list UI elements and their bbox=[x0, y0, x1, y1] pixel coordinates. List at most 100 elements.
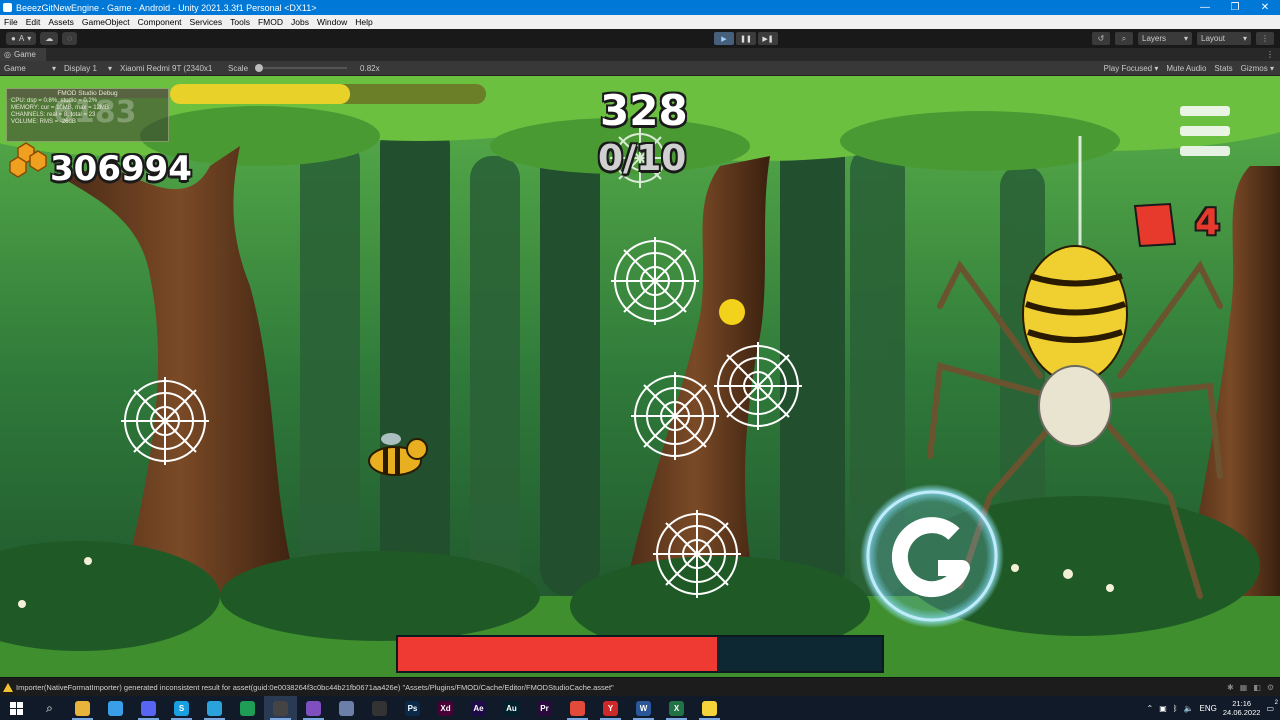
console-status-bar[interactable]: Importer(NativeFormatImporter) generated… bbox=[0, 677, 1280, 696]
cloud-icon: ☁ bbox=[45, 34, 54, 43]
cloud-button[interactable]: ☁ bbox=[40, 32, 59, 45]
game-tab-bar: ◎ Game ⋮ bbox=[0, 48, 1280, 61]
taskbar-apps: S Ps Xd Ae Au Pr Y W X bbox=[66, 696, 726, 720]
after-effects-icon: Ae bbox=[471, 700, 486, 716]
tab-menu-icon[interactable]: ⋮ bbox=[1266, 50, 1280, 59]
step-button[interactable]: ▶❚ bbox=[758, 32, 778, 45]
taskbar-app-after-effects[interactable]: Ae bbox=[462, 696, 495, 720]
main-toolbar: ● A ▾ ☁ ◌ ▶ ❚❚ ▶❚ ↺ ⌕ Layers ▾ Layout ▾ ⋮ bbox=[0, 29, 1280, 48]
menu-item-jobs[interactable]: Jobs bbox=[287, 17, 313, 27]
pollen-pickup bbox=[719, 299, 745, 325]
menu-item-assets[interactable]: Assets bbox=[44, 17, 78, 27]
history-button[interactable]: ↺ bbox=[1092, 32, 1110, 45]
device-dropdown[interactable]: Xiaomi Redmi 9T (2340x1 bbox=[116, 64, 224, 73]
taskbar-app-sheets[interactable] bbox=[231, 696, 264, 720]
word-icon: W bbox=[636, 700, 651, 716]
search-icon: ⌕ bbox=[46, 700, 53, 715]
mode-dropdown[interactable]: Game ▾ bbox=[0, 64, 60, 73]
taskbar-app-github[interactable] bbox=[363, 696, 396, 720]
bug-icon[interactable]: ✱ bbox=[1227, 683, 1234, 692]
pause-icon: ❚❚ bbox=[740, 35, 752, 43]
search-button[interactable]: ⌕ bbox=[33, 696, 66, 720]
taskbar-app-audition[interactable]: Au bbox=[495, 696, 528, 720]
action-g-button[interactable] bbox=[860, 484, 1004, 628]
menu-item-help[interactable]: Help bbox=[351, 17, 376, 27]
spider-web bbox=[631, 372, 719, 460]
game-icon: ◎ bbox=[4, 50, 11, 59]
layers-dropdown[interactable]: Layers ▾ bbox=[1138, 32, 1192, 45]
taskbar-app-skype[interactable]: S bbox=[165, 696, 198, 720]
visual-studio-icon bbox=[306, 700, 321, 716]
menu-bar: File Edit Assets GameObject Component Service… bbox=[0, 15, 1280, 29]
display-dropdown[interactable]: Display 1 ▾ bbox=[60, 64, 116, 73]
menu-item-services[interactable]: Services bbox=[186, 17, 227, 27]
bluetooth-icon[interactable]: ᛒ bbox=[1173, 704, 1178, 713]
grid-icon[interactable]: ▦ bbox=[1240, 683, 1248, 692]
start-button[interactable] bbox=[0, 696, 33, 720]
collab-button[interactable]: ◌ bbox=[62, 32, 77, 45]
close-button[interactable]: ✕ bbox=[1250, 0, 1280, 15]
stats-toggle[interactable]: Stats bbox=[1214, 64, 1232, 73]
file-explorer-icon bbox=[75, 700, 90, 716]
clock[interactable]: 21:16 24.06.2022 bbox=[1223, 699, 1261, 717]
taskbar-app-adobe-xd[interactable]: Xd bbox=[429, 696, 462, 720]
layout-dropdown[interactable]: Layout ▾ bbox=[1197, 32, 1251, 45]
language-indicator[interactable]: ENG bbox=[1200, 704, 1217, 713]
menu-item-component[interactable]: Component bbox=[134, 17, 186, 27]
taskbar-app-vmware[interactable] bbox=[330, 696, 363, 720]
menu-item-gameobject[interactable]: GameObject bbox=[78, 17, 134, 27]
taskbar-app-yandex-browser[interactable]: Y bbox=[594, 696, 627, 720]
taskbar-app-unity[interactable] bbox=[264, 696, 297, 720]
taskbar-app-photoshop[interactable]: Ps bbox=[396, 696, 429, 720]
taskbar-app-visual-studio[interactable] bbox=[297, 696, 330, 720]
notification-icon[interactable]: ▭ 2 bbox=[1266, 700, 1278, 713]
play-focused-dropdown[interactable]: Play Focused ▾ bbox=[1104, 64, 1159, 73]
search-button[interactable]: ⌕ bbox=[1115, 32, 1133, 45]
maximize-button[interactable]: ❐ bbox=[1220, 0, 1250, 15]
pause-button[interactable]: ❚❚ bbox=[736, 32, 756, 45]
title-bar: BeeezGitNewEngine - Game - Android - Uni… bbox=[0, 0, 1280, 15]
taskbar-app-chrome[interactable] bbox=[561, 696, 594, 720]
tab-game[interactable]: ◎ Game bbox=[0, 48, 46, 61]
chevron-up-icon[interactable]: ⌃ bbox=[1147, 704, 1154, 713]
sticky-notes-icon bbox=[702, 700, 717, 716]
account-dropdown[interactable]: ● A ▾ bbox=[6, 32, 37, 45]
mute-audio-toggle[interactable]: Mute Audio bbox=[1166, 64, 1206, 73]
premiere-icon: Pr bbox=[537, 700, 552, 716]
taskbar-app-sticky-notes[interactable] bbox=[693, 696, 726, 720]
volume-icon[interactable]: 🔈 bbox=[1184, 704, 1194, 713]
menu-item-fmod[interactable]: FMOD bbox=[254, 17, 287, 27]
settings-icon[interactable]: ⚙ bbox=[1267, 683, 1274, 692]
taskbar-app-paint[interactable] bbox=[99, 696, 132, 720]
taskbar-app-file-explorer[interactable] bbox=[66, 696, 99, 720]
scale-slider-knob[interactable] bbox=[255, 64, 264, 72]
play-icon: ▶ bbox=[721, 35, 727, 43]
adobe-xd-icon: Xd bbox=[438, 700, 453, 716]
menu-item-tools[interactable]: Tools bbox=[226, 17, 254, 27]
minimize-button[interactable]: — bbox=[1190, 0, 1220, 15]
photoshop-icon: Ps bbox=[405, 700, 420, 716]
spider-web bbox=[714, 342, 802, 430]
level-progress-fill bbox=[170, 84, 351, 104]
pause-menu-button[interactable] bbox=[1170, 96, 1240, 168]
overlay-score: 6183 bbox=[53, 95, 137, 130]
taskbar-app-word[interactable]: W bbox=[627, 696, 660, 720]
spider-web bbox=[653, 510, 741, 598]
more-button[interactable]: ⋮ bbox=[1256, 32, 1274, 45]
gizmos-dropdown[interactable]: Gizmos ▾ bbox=[1241, 64, 1274, 73]
taskbar-app-telegram[interactable] bbox=[198, 696, 231, 720]
layers-icon[interactable]: ◧ bbox=[1253, 683, 1261, 692]
menu-item-file[interactable]: File bbox=[0, 17, 22, 27]
taskbar-app-premiere[interactable]: Pr bbox=[528, 696, 561, 720]
honey-score: 306994 bbox=[50, 149, 192, 189]
menu-item-edit[interactable]: Edit bbox=[22, 17, 45, 27]
taskbar-app-excel[interactable]: X bbox=[660, 696, 693, 720]
menu-item-window[interactable]: Window bbox=[313, 17, 351, 27]
spider-head bbox=[1038, 365, 1112, 447]
network-icon[interactable]: ▣ bbox=[1159, 704, 1167, 713]
system-tray: ⌃ ▣ ᛒ 🔈 ENG 21:16 24.06.2022 ▭ 2 bbox=[1147, 699, 1280, 717]
taskbar-app-discord[interactable] bbox=[132, 696, 165, 720]
game-viewport[interactable]: FMOD Studio Debug CPU: dsp = 0.8%, studi… bbox=[0, 76, 1280, 677]
play-button[interactable]: ▶ bbox=[714, 32, 734, 45]
scale-slider[interactable] bbox=[255, 64, 348, 72]
